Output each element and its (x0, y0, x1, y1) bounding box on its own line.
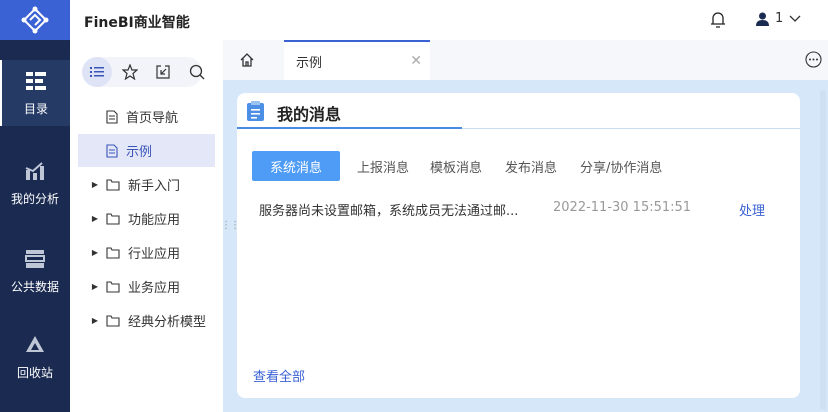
home-icon (240, 53, 254, 67)
file-icon (106, 143, 118, 158)
tab-label: 示例 (296, 55, 323, 71)
resize-handle[interactable]: ⋮⋮ (221, 220, 240, 231)
recycle-icon (26, 335, 44, 352)
expand-arrow-icon[interactable]: ▶ (88, 180, 102, 189)
message-text[interactable]: 服务器尚未设置邮箱，系统成员无法通过邮... (259, 200, 518, 219)
dir-item-example[interactable]: 示例 (78, 134, 215, 167)
dir-folder-features[interactable]: ▶ 功能应用 (78, 202, 215, 235)
dir-folder-beginner[interactable]: ▶ 新手入门 (78, 168, 215, 201)
expand-arrow-icon[interactable]: ▶ (88, 316, 102, 325)
card-title: 我的消息 (277, 105, 342, 124)
tab-share-messages[interactable]: 分享/协作消息 (580, 151, 662, 181)
title-underline (237, 127, 462, 129)
list-view-button[interactable] (82, 57, 112, 87)
top-bar: FineBI商业智能 1 (70, 0, 828, 40)
folder-icon (106, 178, 120, 191)
nav-item-public-data[interactable]: 公共数据 (0, 238, 70, 304)
expand-arrow-icon[interactable]: ▶ (88, 214, 102, 223)
more-button[interactable] (805, 51, 822, 72)
database-icon (25, 249, 45, 268)
list-icon (90, 67, 104, 77)
nav-label: 回收站 (16, 365, 53, 380)
directory-panel: 首页导航 示例 ▶ 新手入门 ▶ 功能应用 ▶ 行业应用 ▶ 业务应用 ▶ 经典分析模型 (70, 40, 223, 412)
catalog-icon (26, 71, 46, 90)
user-menu[interactable]: 1 (756, 11, 801, 26)
message-time: 2022-11-30 15:51:51 (553, 200, 692, 215)
file-icon (106, 109, 118, 124)
more-icon (805, 51, 822, 68)
folder-icon (106, 246, 120, 259)
import-icon (156, 65, 170, 79)
dir-item-label: 行业应用 (128, 247, 181, 262)
handle-link[interactable]: 处理 (739, 200, 765, 219)
favorites-button[interactable] (115, 57, 145, 87)
dir-item-label: 功能应用 (128, 213, 181, 228)
dir-item-label: 经典分析模型 (128, 315, 207, 330)
tab-system-messages[interactable]: 系统消息 (252, 151, 340, 181)
dir-item-label: 首页导航 (126, 111, 179, 126)
tab-example[interactable]: 示例 ✕ (284, 40, 430, 80)
nav-item-catalog[interactable]: 目录 (0, 60, 70, 126)
folder-icon (106, 280, 120, 293)
logo-icon (21, 6, 49, 34)
user-icon (756, 12, 769, 26)
dir-folder-models[interactable]: ▶ 经典分析模型 (78, 304, 215, 337)
nav-item-recycle-bin[interactable]: 回收站 (0, 324, 70, 390)
scrollbar[interactable] (820, 90, 826, 410)
clipboard-icon (247, 101, 264, 121)
expand-arrow-icon[interactable]: ▶ (88, 248, 102, 257)
close-icon[interactable]: ✕ (410, 53, 422, 69)
main-area: 示例 ✕ 我的消息 系统消息 上报消息 模板消息 发布消息 分享/协作消息 服务器… (223, 40, 828, 412)
bell-icon (711, 12, 725, 28)
notification-bell[interactable] (710, 11, 726, 32)
dir-folder-industry[interactable]: ▶ 行业应用 (78, 236, 215, 269)
dir-item-label: 示例 (126, 145, 153, 160)
folder-icon (106, 314, 120, 327)
user-name: 1 (775, 11, 784, 26)
tab-template-messages[interactable]: 模板消息 (430, 151, 482, 181)
tab-report-messages[interactable]: 上报消息 (357, 151, 409, 181)
app-logo[interactable] (0, 0, 70, 40)
dir-item-label: 业务应用 (128, 281, 181, 296)
nav-label: 公共数据 (10, 279, 59, 294)
folder-icon (106, 212, 120, 225)
tab-bar: 示例 ✕ (223, 40, 828, 80)
dir-folder-business[interactable]: ▶ 业务应用 (78, 270, 215, 303)
nav-label: 我的分析 (10, 191, 59, 206)
search-icon (189, 64, 205, 80)
chart-icon (25, 161, 44, 180)
main-nav: 目录 我的分析 公共数据 回收站 (0, 40, 70, 412)
star-icon (122, 64, 138, 80)
dir-item-label: 新手入门 (128, 179, 181, 194)
expand-arrow-icon[interactable]: ▶ (88, 282, 102, 291)
search-button[interactable] (182, 57, 212, 87)
home-tab[interactable] (239, 52, 255, 72)
chevron-down-icon (789, 15, 801, 22)
app-title: FineBI商业智能 (84, 15, 190, 31)
import-button[interactable] (148, 57, 178, 87)
my-messages-card: 我的消息 系统消息 上报消息 模板消息 发布消息 分享/协作消息 服务器尚未设置… (237, 93, 800, 398)
dir-item-home-nav[interactable]: 首页导航 (78, 100, 215, 133)
nav-item-my-analysis[interactable]: 我的分析 (0, 150, 70, 216)
view-all-link[interactable]: 查看全部 (253, 366, 305, 385)
nav-label: 目录 (23, 101, 48, 116)
tab-publish-messages[interactable]: 发布消息 (505, 151, 557, 181)
